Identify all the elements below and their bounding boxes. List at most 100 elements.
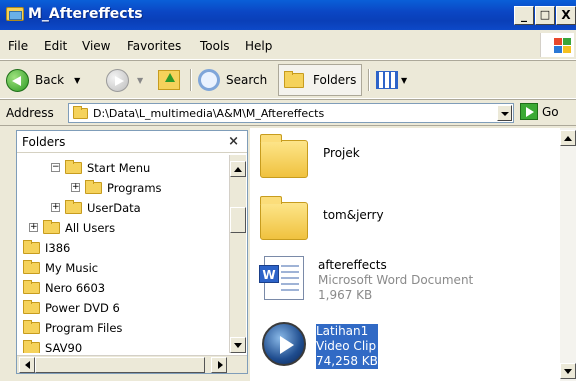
- tree-item-programs[interactable]: + Programs: [71, 178, 162, 197]
- tree-item-all-users[interactable]: + All Users: [29, 218, 115, 237]
- menu-file[interactable]: File: [8, 39, 28, 53]
- folder-icon: [260, 196, 308, 240]
- back-arrow-icon: [6, 68, 29, 92]
- folder-icon: [65, 199, 82, 214]
- toolbar-separator: [368, 69, 369, 91]
- search-button[interactable]: Search: [198, 66, 267, 94]
- folder-icon: [260, 134, 308, 178]
- tree-vertical-scrollbar[interactable]: [229, 155, 246, 353]
- tree-item-my-music[interactable]: My Music: [23, 258, 98, 277]
- close-button[interactable]: X: [556, 6, 576, 25]
- tree-item-nero[interactable]: Nero 6603: [23, 278, 105, 297]
- window-title: M_Aftereffects: [28, 6, 143, 22]
- go-button[interactable]: Go: [520, 103, 559, 120]
- minimize-button[interactable]: _: [514, 6, 534, 25]
- folders-label: Folders: [313, 73, 357, 87]
- forward-dropdown-icon[interactable]: ▼: [137, 76, 143, 85]
- menu-bar: File Edit View Favorites Tools Help: [0, 30, 576, 60]
- menu-tools[interactable]: Tools: [200, 39, 230, 53]
- address-label: Address: [6, 106, 54, 120]
- folder-icon: [43, 219, 60, 234]
- tree-item-userdata[interactable]: + UserData: [51, 198, 141, 217]
- title-bar[interactable]: M_Aftereffects _ □ X: [0, 0, 576, 30]
- back-dropdown-icon[interactable]: ▼: [74, 76, 80, 85]
- tree-item-label: SAV90: [45, 340, 83, 354]
- forward-button[interactable]: ▼: [106, 66, 143, 94]
- close-pane-icon[interactable]: ×: [228, 134, 239, 149]
- folder-icon: [23, 259, 40, 274]
- menu-favorites[interactable]: Favorites: [127, 39, 181, 53]
- scroll-thumb[interactable]: [230, 207, 246, 233]
- scroll-up-button[interactable]: [230, 161, 246, 177]
- address-path: D:\Data\L_multimedia\A&M\M_Aftereffects: [93, 107, 325, 120]
- word-document-icon: W: [259, 256, 304, 300]
- tree-item-program-files[interactable]: Program Files: [23, 318, 122, 337]
- folder-icon: [23, 299, 40, 314]
- media-player-icon: [262, 322, 306, 366]
- file-type: Microsoft Word Document: [318, 273, 474, 287]
- folder-icon: [23, 279, 40, 294]
- back-button[interactable]: Back ▼: [6, 66, 80, 94]
- tree-item-sav90[interactable]: SAV90: [23, 338, 82, 353]
- tree-item-start-menu[interactable]: − Start Menu: [51, 158, 150, 177]
- file-size: 1,967 KB: [318, 288, 373, 302]
- go-arrow-icon: [520, 103, 538, 120]
- file-name: Latihan1: [316, 324, 378, 339]
- file-item[interactable]: tom&jerry: [260, 196, 384, 240]
- file-item[interactable]: W aftereffects Microsoft Word Document 1…: [259, 256, 474, 303]
- file-name: tom&jerry: [323, 208, 384, 222]
- folders-pane-header: Folders ×: [17, 131, 247, 153]
- file-list-scrollbar[interactable]: [560, 128, 576, 381]
- views-grid-icon: [376, 71, 398, 89]
- file-size: 74,258 KB: [316, 354, 378, 369]
- go-label: Go: [542, 104, 559, 119]
- expand-icon[interactable]: +: [51, 203, 60, 212]
- tree-item-power-dvd[interactable]: Power DVD 6: [23, 298, 120, 317]
- programs-folder-icon: [85, 179, 102, 194]
- file-type: Video Clip: [316, 339, 378, 354]
- address-input[interactable]: D:\Data\L_multimedia\A&M\M_Aftereffects: [68, 103, 514, 123]
- toolbar-separator: [190, 69, 191, 91]
- menu-help[interactable]: Help: [245, 39, 272, 53]
- folders-toolbar-icon: [284, 70, 304, 88]
- tree-item-label: I386: [45, 240, 71, 255]
- tree-item-label: Programs: [107, 180, 162, 195]
- menu-view[interactable]: View: [82, 39, 110, 53]
- views-dropdown-icon[interactable]: ▼: [401, 76, 407, 85]
- folder-icon: [23, 319, 40, 334]
- forward-arrow-icon: [106, 68, 129, 92]
- tree-horizontal-scrollbar[interactable]: [17, 355, 247, 373]
- scroll-up-button[interactable]: [560, 130, 576, 146]
- file-item[interactable]: Projek: [260, 134, 360, 178]
- file-item-selected[interactable]: Latihan1 Video Clip 74,258 KB: [262, 322, 378, 369]
- horizontal-scroll-thumb[interactable]: [35, 357, 205, 373]
- expand-icon[interactable]: +: [29, 223, 38, 232]
- expand-icon[interactable]: +: [71, 183, 80, 192]
- tree-item-label: Program Files: [45, 320, 123, 335]
- back-label: Back: [35, 73, 65, 87]
- views-button[interactable]: ▼: [376, 66, 407, 94]
- folder-icon: [23, 239, 40, 254]
- maximize-button[interactable]: □: [535, 6, 555, 25]
- scroll-right-button[interactable]: [211, 357, 227, 373]
- tree-item-label: Power DVD 6: [45, 300, 120, 315]
- windows-logo-icon: [540, 33, 574, 57]
- tree-item-label: Start Menu: [87, 160, 151, 175]
- scroll-left-button[interactable]: [19, 357, 35, 373]
- tree-item-label: UserData: [87, 200, 141, 215]
- tree-item-i386[interactable]: I386: [23, 238, 70, 257]
- collapse-icon[interactable]: −: [51, 163, 60, 172]
- menu-edit[interactable]: Edit: [44, 39, 67, 53]
- scroll-down-button[interactable]: [560, 363, 576, 379]
- folders-pane-title: Folders: [22, 135, 66, 149]
- folder-tree: − Start Menu + Programs + UserData + All…: [17, 155, 229, 353]
- folder-icon: [23, 339, 40, 353]
- folder-icon: [65, 159, 82, 174]
- up-folder-icon: [158, 70, 180, 90]
- address-bar: Address D:\Data\L_multimedia\A&M\M_After…: [0, 100, 576, 126]
- up-folder-button[interactable]: [158, 66, 180, 94]
- file-list: Projek tom&jerry W aftereffects Microsof…: [250, 128, 576, 381]
- scroll-down-button[interactable]: [230, 337, 246, 353]
- folders-button[interactable]: Folders: [278, 64, 363, 96]
- address-dropdown-icon[interactable]: [497, 105, 512, 121]
